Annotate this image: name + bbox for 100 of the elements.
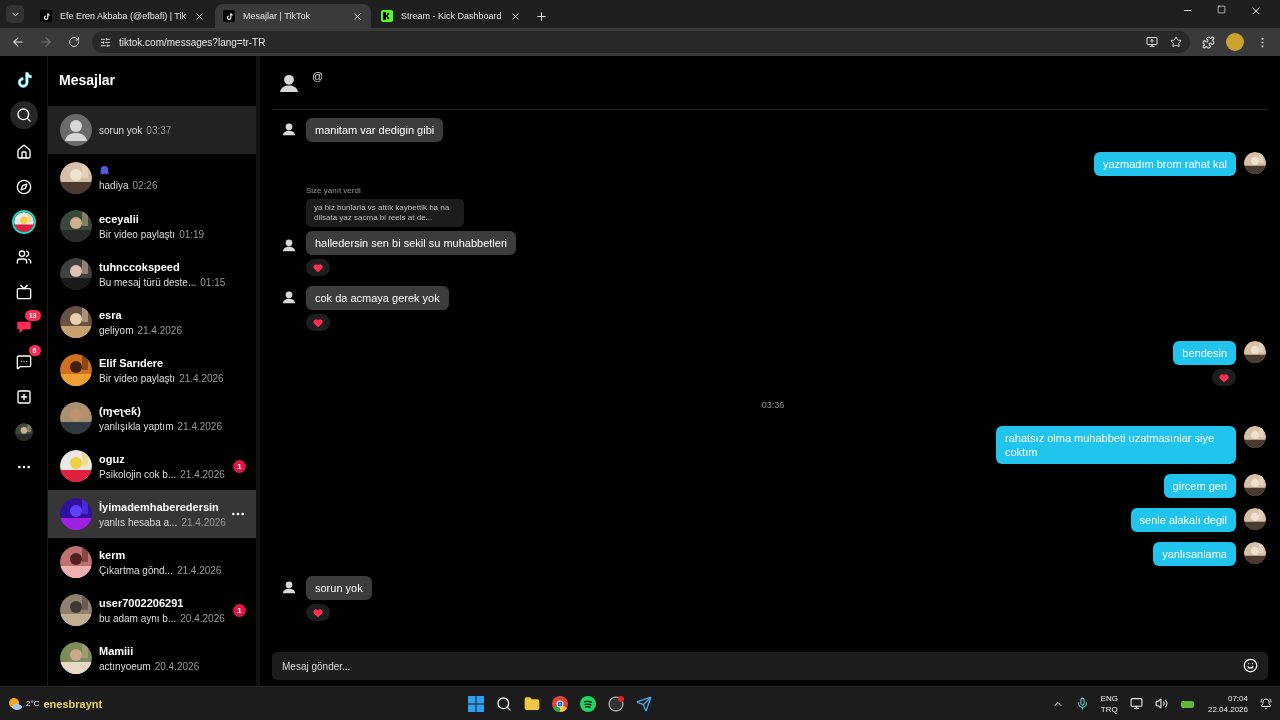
cast-icon[interactable]	[1146, 36, 1158, 48]
browser-tab[interactable]: Stream - Kick Dashboard	[373, 4, 530, 28]
message-time: 21.4.2026	[180, 468, 225, 480]
conversation-item[interactable]: esra geliyom 21.4.2026	[48, 298, 256, 346]
conversation-item[interactable]: oguz Psikolojin cok b... 21.4.2026 1	[48, 442, 256, 490]
conversation-item[interactable]: Elif Sarıdere Bir video paylaştı 21.4.2026	[48, 346, 256, 394]
browser-tab[interactable]: Mesajlar | TikTok	[215, 4, 372, 28]
message-bubble: sorun yok	[306, 576, 372, 600]
friends-icon[interactable]	[15, 249, 32, 265]
message-time: 03:37	[146, 124, 172, 136]
close-icon[interactable]	[194, 10, 206, 22]
overlay-name: enesbraynt	[43, 697, 103, 710]
conversation-item[interactable]: tuhnccokspeed Bu mesaj türü deste... 01:15	[48, 250, 256, 298]
message-preview: Bir video paylaştı	[99, 228, 176, 240]
music-app-icon[interactable]	[580, 695, 596, 712]
message-time: 02:26	[132, 180, 158, 191]
default-avatar-icon	[280, 120, 298, 138]
maximize-icon[interactable]	[1217, 5, 1226, 14]
upload-icon[interactable]	[15, 389, 32, 405]
conversation-item[interactable]: Mamiii actınyoeum 20.4.2026	[48, 634, 256, 682]
tiktok-favicon-icon	[40, 10, 52, 22]
unread-badge: 1	[233, 603, 246, 617]
default-avatar-icon	[280, 288, 298, 306]
reaction-pill[interactable]	[306, 314, 330, 331]
message-bubble: cok da acmaya gerek yok	[306, 286, 449, 310]
tab-search-button[interactable]	[6, 5, 24, 23]
folder-icon[interactable]	[524, 695, 540, 712]
contact-name: İyimademhaberedersin	[99, 500, 220, 513]
tab-title: Mesajlar | TikTok	[243, 11, 311, 21]
temperature: 2°C	[26, 699, 40, 708]
language-indicator: ENG	[1100, 692, 1118, 704]
close-icon[interactable]	[352, 10, 364, 22]
heart-icon	[313, 607, 323, 618]
conversation-item[interactable]: hadiya 02:26	[48, 154, 256, 202]
message-bubble: bendesin	[1173, 341, 1236, 365]
message-time: 21.4.2026	[177, 420, 222, 432]
reload-icon[interactable]	[68, 36, 80, 48]
chrome-icon[interactable]	[552, 695, 568, 712]
record-app-icon[interactable]	[608, 695, 624, 712]
contact-name: eceyalii	[99, 212, 140, 225]
conversation-item[interactable]: user7002206291 bu adam aynı b... 20.4.2026 1	[48, 586, 256, 634]
volume-icon[interactable]	[1154, 697, 1168, 710]
default-avatar-icon	[280, 236, 298, 254]
conversation-item[interactable]: kerm Çıkartma gönd... 21.4.2026	[48, 538, 256, 586]
url-text: tiktok.com/messages?lang=tr-TR	[119, 36, 266, 48]
message-time: 01:19	[179, 228, 205, 240]
home-icon[interactable]	[15, 144, 32, 160]
inbox-icon[interactable]	[15, 354, 32, 370]
message-bubble: senle alakalı degil	[1130, 508, 1236, 532]
inbox-title: Mesajlar	[58, 71, 117, 90]
close-icon[interactable]	[1250, 5, 1262, 17]
reaction-pill[interactable]	[306, 259, 330, 276]
contact-name: oguz	[99, 452, 126, 465]
emoji-icon[interactable]	[1243, 658, 1258, 673]
message-time: 20.4.2026	[180, 612, 225, 624]
site-settings-icon[interactable]	[100, 36, 111, 48]
notification-icon[interactable]	[1260, 697, 1272, 710]
message-preview: Bir video paylaştı	[99, 372, 176, 384]
message-bubble: yazmadım brom rahat kal	[1093, 152, 1236, 176]
microphone-icon[interactable]	[1075, 697, 1089, 710]
new-tab-icon[interactable]	[534, 9, 548, 23]
search-icon[interactable]	[496, 695, 512, 712]
message-input[interactable]: Mesaj gönder...	[272, 652, 1268, 680]
close-icon[interactable]	[510, 10, 522, 22]
contact-name: (ɱҽʅҽƙ)	[99, 404, 142, 417]
tab-title: Efe Eren Akbaba (@efbafi) | Tik	[60, 11, 187, 21]
default-avatar-icon	[280, 578, 298, 596]
timestamp: 03:36	[761, 400, 785, 410]
network-icon[interactable]	[1129, 697, 1143, 710]
browser-tab[interactable]: Efe Eren Akbaba (@efbafi) | Tik	[32, 4, 214, 28]
battery-icon[interactable]	[1179, 698, 1196, 709]
heart-icon	[1219, 372, 1229, 383]
forward-icon[interactable]	[39, 35, 53, 49]
conversation-item[interactable]: sorun yok 03:37	[48, 106, 256, 154]
weather-icon	[8, 696, 22, 711]
windows-start-icon[interactable]	[468, 695, 484, 712]
tv-icon[interactable]	[15, 284, 32, 300]
bookmark-star-icon[interactable]	[1170, 36, 1182, 48]
message-preview: sorun yok	[99, 124, 143, 136]
conversation-item[interactable]: İyimademhaberedersin yanlıs hesaba a... 21.4.2026	[48, 490, 256, 538]
back-icon[interactable]	[11, 35, 25, 49]
conversation-item[interactable]: eceyalii Bir video paylaştı 01:19	[48, 202, 256, 250]
message-preview: actınyoeum	[99, 660, 151, 672]
conversation-item[interactable]: (ɱҽʅҽƙ) yanlışıkla yaptım 21.4.2026	[48, 394, 256, 442]
extensions-icon[interactable]	[1201, 35, 1215, 49]
profile-icon[interactable]	[1226, 33, 1244, 51]
reaction-pill[interactable]	[306, 604, 330, 621]
message-preview: Psikolojin cok b...	[99, 468, 177, 480]
message-preview: yanlıs hesaba a...	[99, 516, 178, 528]
search-button[interactable]	[9, 101, 38, 129]
compass-icon[interactable]	[15, 179, 32, 195]
message-bubble: rahatsız olma muhabbeti uzatmasınlar siye coktım	[996, 426, 1236, 464]
k-logo-icon	[381, 10, 394, 22]
address-bar[interactable]: tiktok.com/messages?lang=tr-TR	[92, 31, 1190, 53]
reply-label: Size yanıt verdi	[306, 186, 361, 195]
message-bubble: yanlısanlama	[1153, 542, 1236, 566]
reaction-pill[interactable]	[1212, 369, 1236, 386]
heart-icon	[313, 262, 323, 273]
tiktok-favicon-icon	[223, 10, 236, 22]
contact-name: kerm	[99, 548, 127, 561]
